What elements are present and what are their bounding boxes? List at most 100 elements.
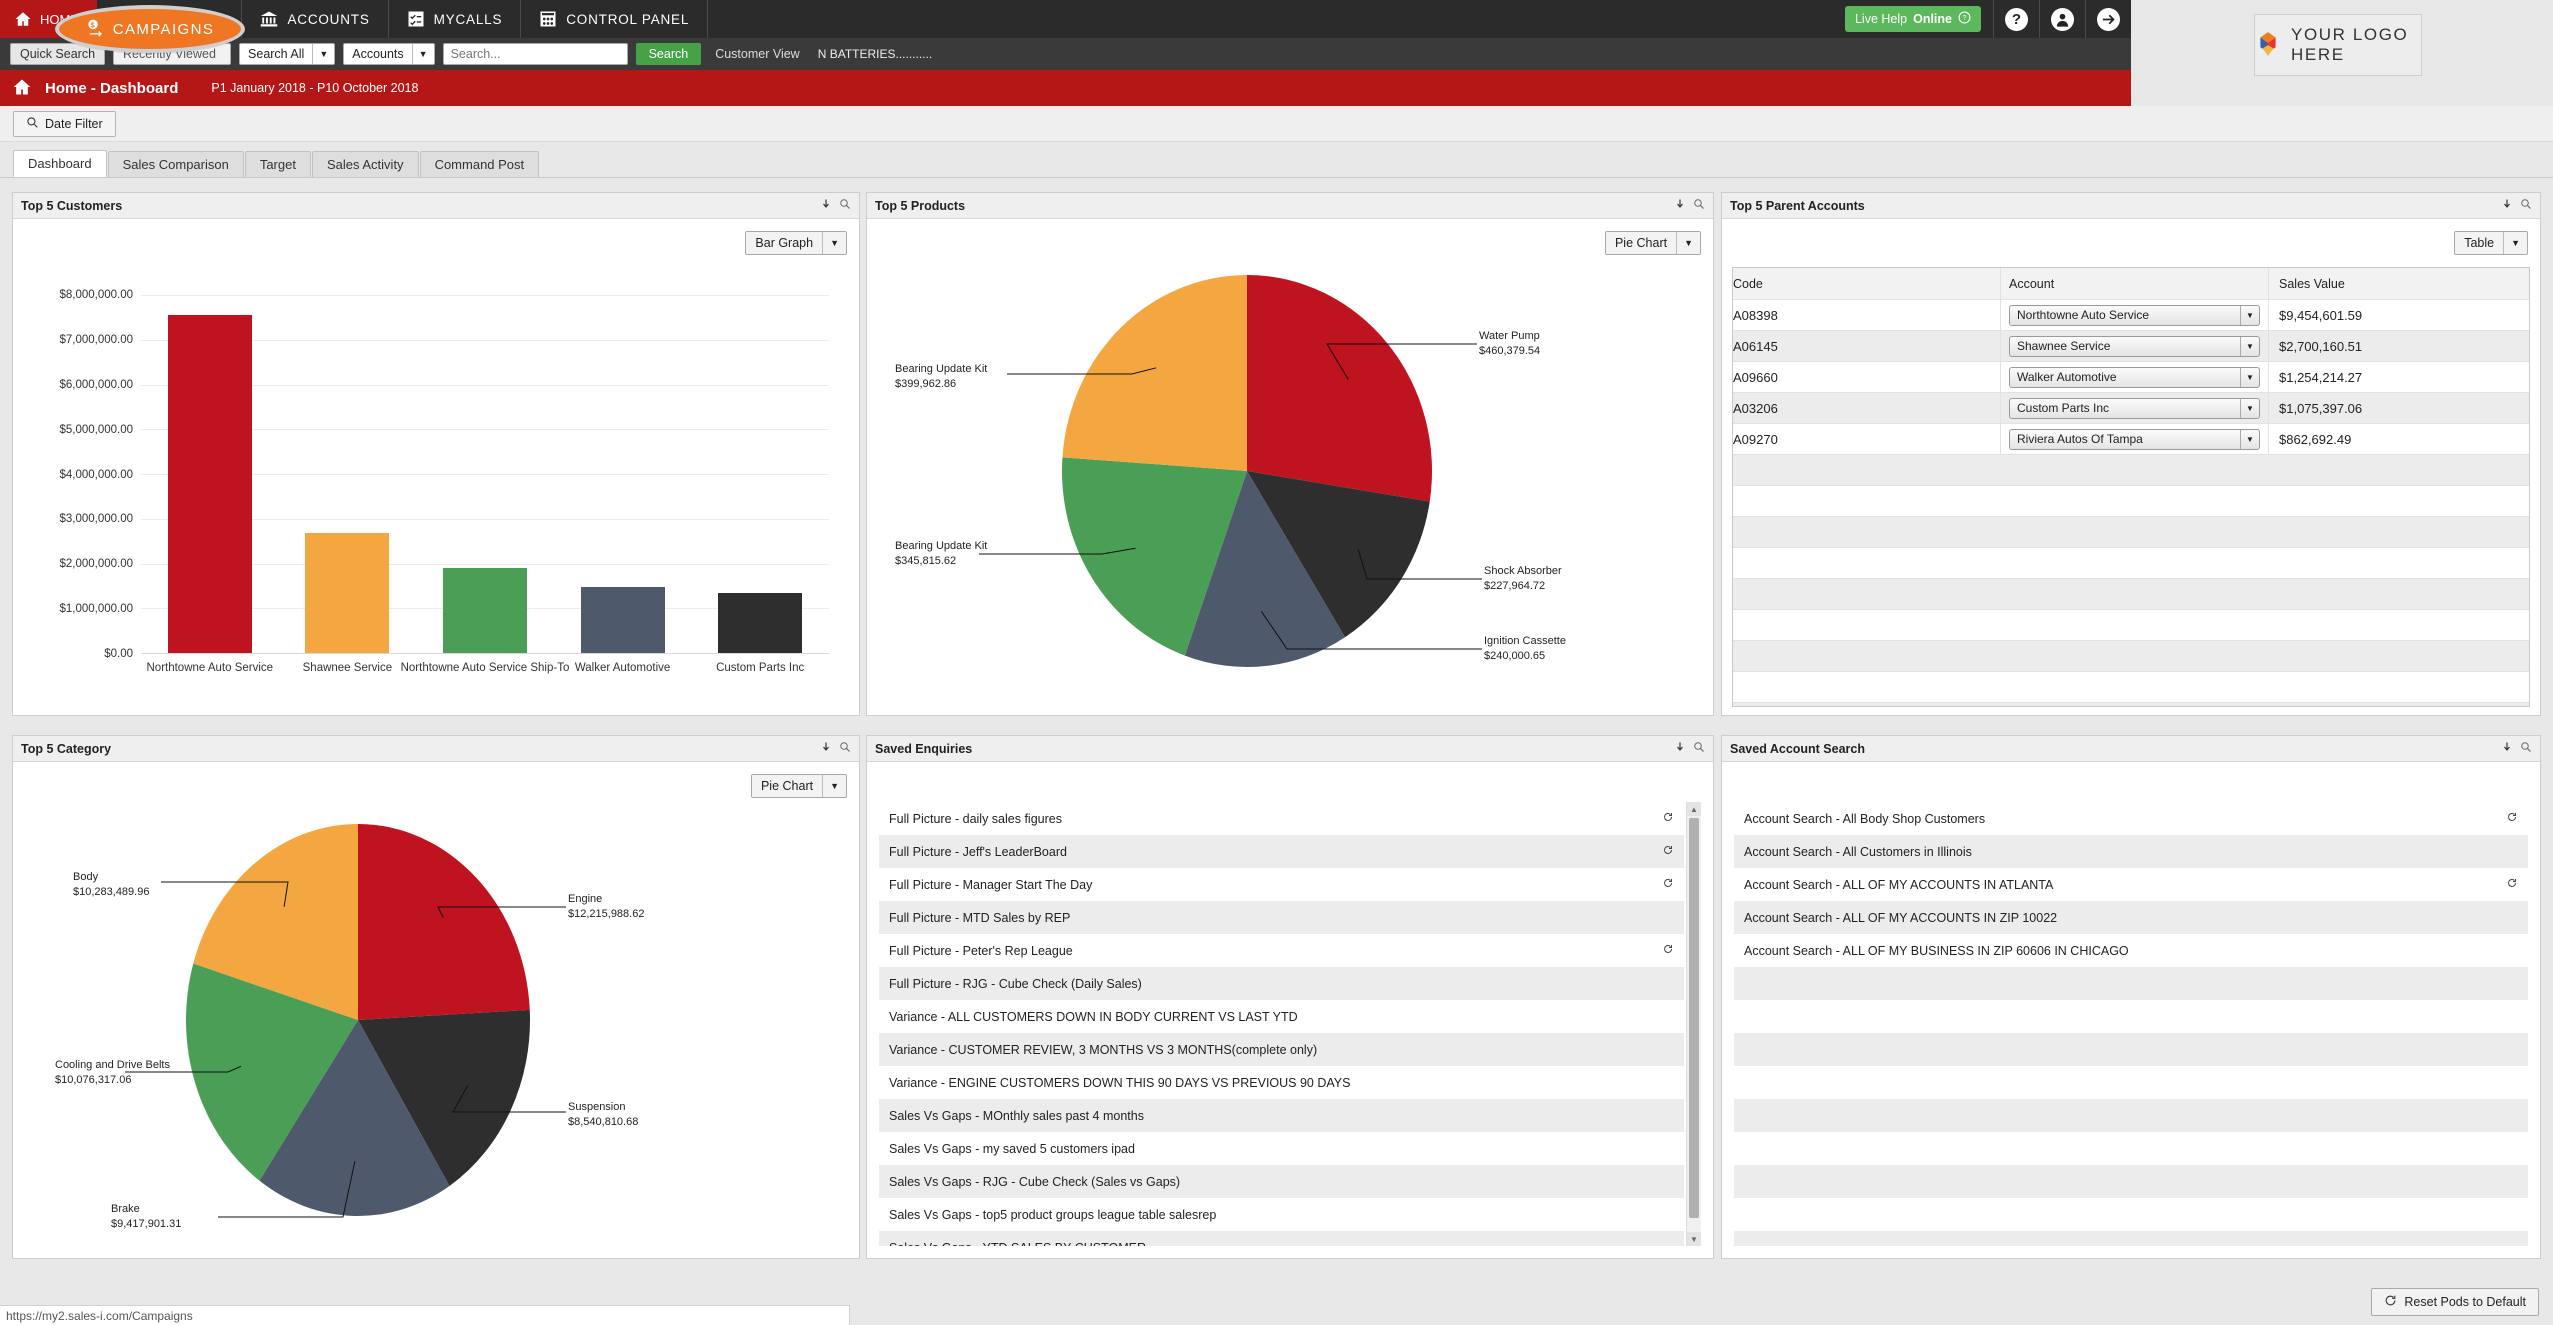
list-item[interactable]	[1734, 1132, 2528, 1165]
bar[interactable]: Shawnee Service	[303, 532, 392, 674]
list-item[interactable]: Sales Vs Gaps - MOnthly sales past 4 mon…	[879, 1099, 1684, 1132]
list-item[interactable]: Sales Vs Gaps - YTD SALES BY CUSTOMER	[879, 1231, 1684, 1246]
magnifier-icon[interactable]	[2520, 741, 2532, 756]
collapse-arrow-icon[interactable]	[1674, 198, 1686, 213]
refresh-icon[interactable]	[2506, 811, 2518, 826]
nav-item-accounts[interactable]: ACCOUNTS	[242, 0, 389, 38]
magnifier-icon[interactable]	[1693, 198, 1705, 213]
reset-pods-button[interactable]: Reset Pods to Default	[2371, 1288, 2539, 1316]
bar[interactable]: Walker Automotive	[575, 586, 670, 674]
account-dropdown[interactable]: Riviera Autos Of Tampa ▼	[2009, 428, 2260, 450]
magnifier-icon[interactable]	[1693, 741, 1705, 756]
account-dropdown[interactable]: Northtowne Auto Service ▼	[2009, 304, 2260, 326]
pie-callout-label: Ignition Cassette $240,000.65	[1484, 634, 1566, 664]
magnifier-icon[interactable]	[2520, 198, 2532, 213]
list-item[interactable]: Account Search - All Customers in Illino…	[1734, 835, 2528, 868]
bar[interactable]: Custom Parts Inc	[716, 593, 804, 674]
list-item[interactable]: Sales Vs Gaps - top5 product groups leag…	[879, 1198, 1684, 1231]
tab-dashboard[interactable]: Dashboard	[13, 150, 107, 177]
magnifier-icon[interactable]	[839, 741, 851, 756]
table-column-header[interactable]: Code	[1733, 268, 2001, 299]
table-column-header[interactable]: Account	[2001, 268, 2269, 299]
pie-slice[interactable]	[358, 824, 530, 1020]
home-icon[interactable]	[12, 77, 32, 100]
list-item[interactable]: Variance - ENGINE CUSTOMERS DOWN THIS 90…	[879, 1066, 1684, 1099]
customer-view-label[interactable]: Customer View	[715, 47, 800, 61]
refresh-icon[interactable]	[1662, 943, 1674, 958]
nav-item-control-panel[interactable]: CONTROL PANEL	[521, 0, 709, 38]
list-item[interactable]	[1734, 1066, 2528, 1099]
table-row[interactable]: A03206 Custom Parts Inc ▼ $1,075,397.06	[1733, 393, 2529, 424]
list-item[interactable]: Sales Vs Gaps - my saved 5 customers ipa…	[879, 1132, 1684, 1165]
collapse-arrow-icon[interactable]	[2501, 741, 2513, 756]
list-item[interactable]: Full Picture - MTD Sales by REP	[879, 901, 1684, 934]
list-item[interactable]	[1734, 1198, 2528, 1231]
tab-sales-comparison[interactable]: Sales Comparison	[107, 151, 244, 177]
search-input[interactable]	[442, 43, 628, 65]
cell-sales-value: $2,700,160.51	[2279, 338, 2363, 354]
saved-enquiries-scrollbar[interactable]: ▲ ▼	[1686, 802, 1701, 1246]
pod-tools	[2501, 198, 2532, 213]
table-row[interactable]: A06145 Shawnee Service ▼ $2,700,160.51	[1733, 331, 2529, 362]
svg-text:?: ?	[1963, 15, 1967, 22]
date-filter-button[interactable]: Date Filter	[13, 110, 116, 137]
pie-slice[interactable]	[1062, 275, 1247, 471]
list-item[interactable]	[1734, 1000, 2528, 1033]
list-item-label: Full Picture - daily sales figures	[889, 811, 1062, 826]
list-item[interactable]	[1734, 1099, 2528, 1132]
user-profile-button[interactable]	[2039, 0, 2085, 38]
tab-sales-activity[interactable]: Sales Activity	[311, 151, 419, 177]
list-item[interactable]: Full Picture - Jeff's LeaderBoard	[879, 835, 1684, 868]
list-item[interactable]: Account Search - All Body Shop Customers	[1734, 802, 2528, 835]
collapse-arrow-icon[interactable]	[1674, 741, 1686, 756]
search-entity-dropdown[interactable]: Accounts ▼	[343, 43, 435, 65]
bar[interactable]: Northtowne Auto Service	[146, 314, 273, 674]
list-item[interactable]: Variance - CUSTOMER REVIEW, 3 MONTHS VS …	[879, 1033, 1684, 1066]
magnifier-icon[interactable]	[839, 198, 851, 213]
bar[interactable]: Northtowne Auto Service Ship-To	[401, 567, 569, 674]
refresh-icon[interactable]	[2506, 877, 2518, 892]
refresh-icon[interactable]	[1662, 877, 1674, 892]
search-scope-dropdown[interactable]: Search All ▼	[239, 43, 336, 65]
tab-command-post[interactable]: Command Post	[419, 151, 540, 177]
chart-type-selector-customers[interactable]: Bar Graph ▼	[745, 231, 847, 255]
scroll-down-arrow-icon[interactable]: ▼	[1687, 1232, 1701, 1246]
account-dropdown[interactable]: Custom Parts Inc ▼	[2009, 397, 2260, 419]
search-submit-button[interactable]: Search	[635, 43, 702, 65]
view-type-selector-parent-accounts[interactable]: Table ▼	[2454, 231, 2528, 255]
scrollbar-thumb[interactable]	[1689, 818, 1699, 1218]
table-column-header[interactable]: Sales Value	[2269, 268, 2529, 299]
account-dropdown[interactable]: Shawnee Service ▼	[2009, 335, 2260, 357]
list-item[interactable]: Variance - ALL CUSTOMERS DOWN IN BODY CU…	[879, 1000, 1684, 1033]
table-row[interactable]: A08398 Northtowne Auto Service ▼ $9,454,601…	[1733, 300, 2529, 331]
help-button[interactable]: ?	[1993, 0, 2039, 38]
table-row[interactable]: A09660 Walker Automotive ▼ $1,254,214.27	[1733, 362, 2529, 393]
list-item[interactable]	[1734, 1033, 2528, 1066]
campaigns-highlight-overlay[interactable]: $ CAMPAIGNS	[55, 5, 245, 53]
pie-slice[interactable]	[1247, 275, 1432, 502]
table-row[interactable]: A09270 Riviera Autos Of Tampa ▼ $862,692.49	[1733, 424, 2529, 455]
list-item[interactable]: Full Picture - daily sales figures	[879, 802, 1684, 835]
list-item[interactable]: Full Picture - Peter's Rep League	[879, 934, 1684, 967]
list-item[interactable]	[1734, 1165, 2528, 1198]
logout-button[interactable]	[2085, 0, 2131, 38]
collapse-arrow-icon[interactable]	[820, 198, 832, 213]
list-item[interactable]: Full Picture - Manager Start The Day	[879, 868, 1684, 901]
account-dropdown[interactable]: Walker Automotive ▼	[2009, 366, 2260, 388]
tab-target[interactable]: Target	[244, 151, 311, 177]
collapse-arrow-icon[interactable]	[820, 741, 832, 756]
list-item[interactable]: Account Search - ALL OF MY BUSINESS IN Z…	[1734, 934, 2528, 967]
list-item[interactable]	[1734, 967, 2528, 1000]
scroll-up-arrow-icon[interactable]: ▲	[1687, 802, 1701, 816]
refresh-icon[interactable]	[1662, 844, 1674, 859]
list-item[interactable]: Account Search - ALL OF MY ACCOUNTS IN A…	[1734, 868, 2528, 901]
live-help-button[interactable]: Live Help Online ?	[1844, 6, 1981, 32]
refresh-icon[interactable]	[1662, 811, 1674, 826]
nav-item-mycalls[interactable]: MYCALLS	[389, 0, 522, 38]
list-item[interactable]: Full Picture - RJG - Cube Check (Daily S…	[879, 967, 1684, 1000]
list-item[interactable]	[1734, 1231, 2528, 1246]
list-item[interactable]: Account Search - ALL OF MY ACCOUNTS IN Z…	[1734, 901, 2528, 934]
pie-slice-value: $240,000.65	[1484, 649, 1546, 662]
collapse-arrow-icon[interactable]	[2501, 198, 2513, 213]
list-item[interactable]: Sales Vs Gaps - RJG - Cube Check (Sales …	[879, 1165, 1684, 1198]
